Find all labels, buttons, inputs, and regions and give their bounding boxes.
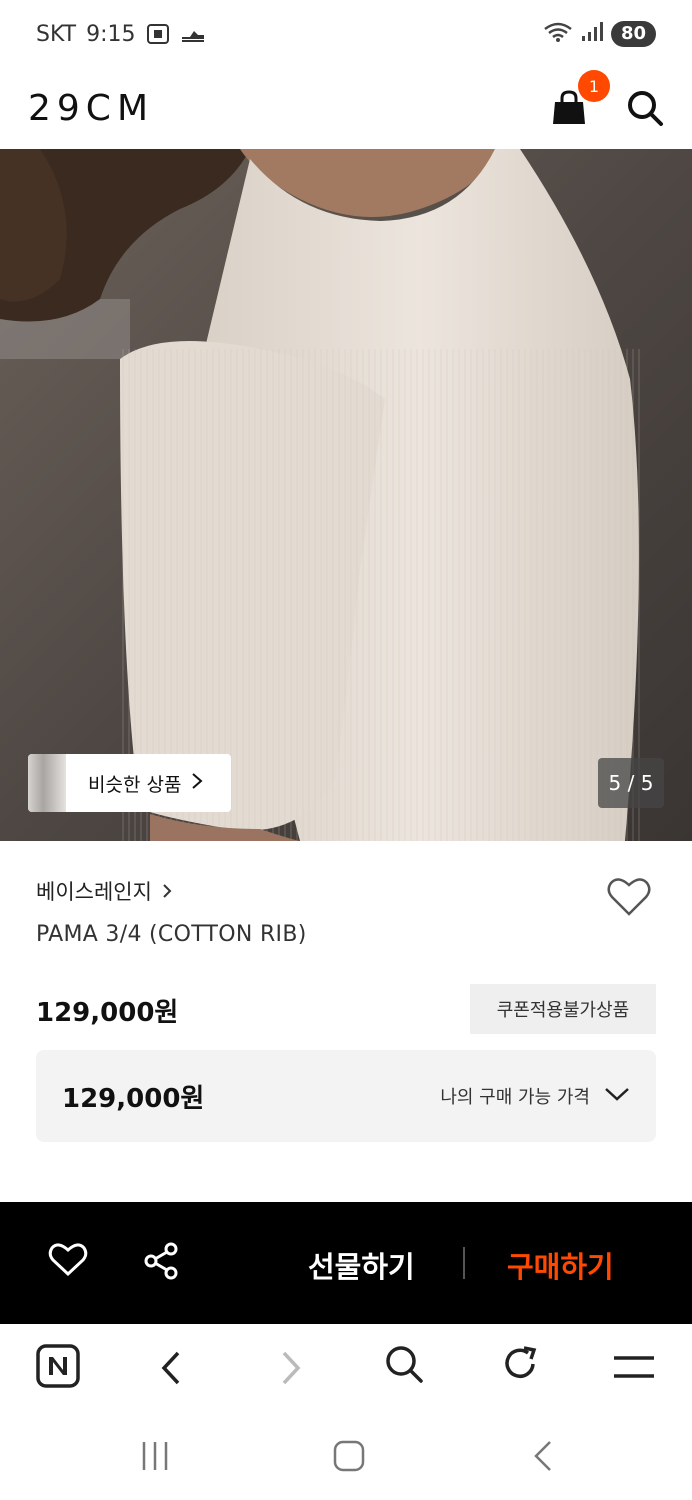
coupon-unavailable-badge: 쿠폰적용불가상품 <box>470 984 656 1034</box>
naver-home-button[interactable] <box>36 1344 80 1392</box>
similar-product-thumbnail <box>28 754 66 812</box>
refresh-icon <box>505 1346 537 1378</box>
my-price-dropdown[interactable]: 129,000원 나의 구매 가능 가격 <box>36 1050 656 1142</box>
notification-app-icon <box>180 25 206 43</box>
clock: 9:15 <box>86 21 136 47</box>
product-price: 129,000원 <box>36 998 179 1028</box>
system-back-button[interactable] <box>532 1440 554 1476</box>
carrier-label: SKT <box>36 21 77 47</box>
image-counter: 5 / 5 <box>598 758 664 808</box>
product-image-carousel[interactable] <box>0 149 692 841</box>
heart-icon <box>48 1243 88 1277</box>
share-button[interactable] <box>142 1242 180 1284</box>
share-icon <box>144 1242 178 1280</box>
chevron-right-icon <box>163 884 172 898</box>
browser-toolbar <box>0 1324 692 1412</box>
recent-apps-button[interactable] <box>140 1440 170 1476</box>
brand-link[interactable]: 베이스레인지 <box>36 876 172 906</box>
screenshot-icon <box>146 23 170 45</box>
wishlist-action-button[interactable] <box>48 1242 88 1282</box>
back-icon <box>534 1441 551 1471</box>
home-button[interactable] <box>333 1440 365 1476</box>
gift-button[interactable]: 선물하기 <box>308 1244 415 1286</box>
forward-arrow-icon <box>282 1351 301 1385</box>
product-photo <box>0 149 692 841</box>
search-button[interactable] <box>626 89 664 127</box>
chevron-right-icon <box>191 771 203 795</box>
search-icon <box>628 91 663 126</box>
back-arrow-icon <box>161 1351 180 1385</box>
browser-back-button[interactable] <box>156 1350 186 1390</box>
brand-name: 베이스레인지 <box>36 880 152 904</box>
wishlist-button[interactable] <box>606 876 656 922</box>
battery-indicator: 80 <box>610 21 656 47</box>
browser-refresh-button[interactable] <box>500 1344 540 1388</box>
buy-button[interactable]: 구매하기 <box>507 1244 614 1286</box>
browser-search-button[interactable] <box>384 1344 424 1388</box>
app-header: 29CM 1 <box>0 68 692 148</box>
wifi-icon <box>543 21 573 47</box>
search-icon <box>386 1346 423 1383</box>
my-price-value: 129,000원 <box>62 1083 205 1114</box>
hamburger-menu-icon <box>614 1356 654 1378</box>
naver-icon <box>36 1344 80 1388</box>
product-name: PAMA 3/4 (COTTON RIB) <box>36 922 307 947</box>
recent-apps-icon <box>142 1442 168 1470</box>
heart-icon <box>607 878 651 916</box>
cart-button[interactable]: 1 <box>552 70 610 128</box>
status-bar: SKT 9:15 80 <box>0 0 692 68</box>
chevron-down-icon <box>604 1086 630 1106</box>
similar-products-button[interactable]: 비슷한 상품 <box>28 754 231 812</box>
system-navigation-bar <box>0 1412 692 1500</box>
signal-icon <box>581 22 603 46</box>
home-icon <box>333 1440 365 1472</box>
my-price-label: 나의 구매 가능 가격 <box>440 1087 590 1108</box>
cart-count-badge: 1 <box>578 70 610 102</box>
similar-products-label: 비슷한 상품 <box>88 773 182 796</box>
action-divider <box>463 1247 465 1279</box>
brand-logo[interactable]: 29CM <box>28 88 154 129</box>
browser-menu-button[interactable] <box>612 1354 656 1384</box>
browser-forward-button[interactable] <box>276 1350 306 1390</box>
